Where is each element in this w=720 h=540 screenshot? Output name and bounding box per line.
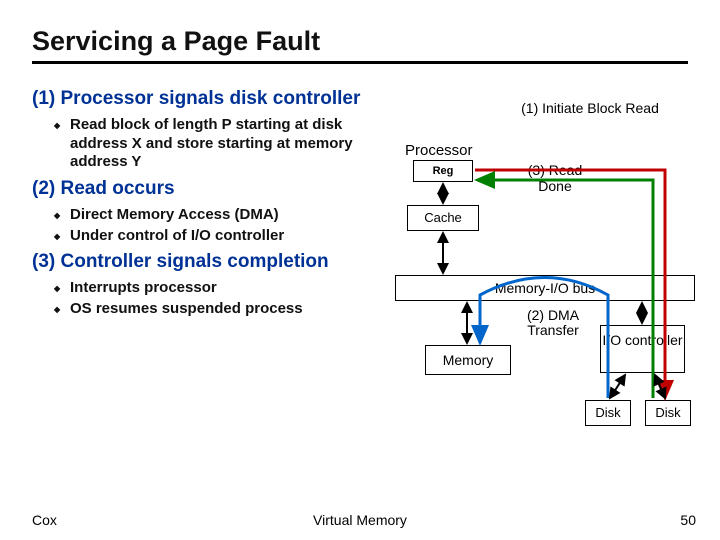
footer-page: 50 (680, 512, 696, 528)
io-controller-box: I/O controller (600, 325, 685, 373)
step1-bullet: Read block of length P starting at disk … (54, 116, 392, 172)
step3-heading: (3) Controller signals completion (32, 251, 392, 273)
disk2-box: Disk (645, 400, 691, 426)
processor-label: Processor (405, 142, 473, 159)
disk1-box: Disk (585, 400, 631, 426)
dma-label: (2) DMA Transfer (513, 308, 593, 338)
cache-box: Cache (407, 205, 479, 231)
step1-heading: (1) Processor signals disk controller (32, 88, 392, 110)
initiate-label: (1) Initiate Block Read (495, 100, 685, 116)
text-column: (1) Processor signals disk controller Re… (32, 82, 392, 325)
reg-box: Reg (413, 160, 473, 182)
step2-bullet2: Under control of I/O controller (54, 227, 392, 246)
step2-heading: (2) Read occurs (32, 178, 392, 200)
memory-box: Memory (425, 345, 511, 375)
read-done-label: (3) Read Done (515, 162, 595, 194)
step3-bullet1: Interrupts processor (54, 279, 392, 298)
slide-title: Servicing a Page Fault (32, 26, 688, 64)
bus-box: Memory-I/O bus (395, 275, 695, 301)
step3-bullet2: OS resumes suspended process (54, 300, 392, 319)
diagram: Processor Reg Cache Memory-I/O bus Memor… (395, 100, 705, 470)
footer-title: Virtual Memory (0, 512, 720, 528)
step2-bullet1: Direct Memory Access (DMA) (54, 206, 392, 225)
